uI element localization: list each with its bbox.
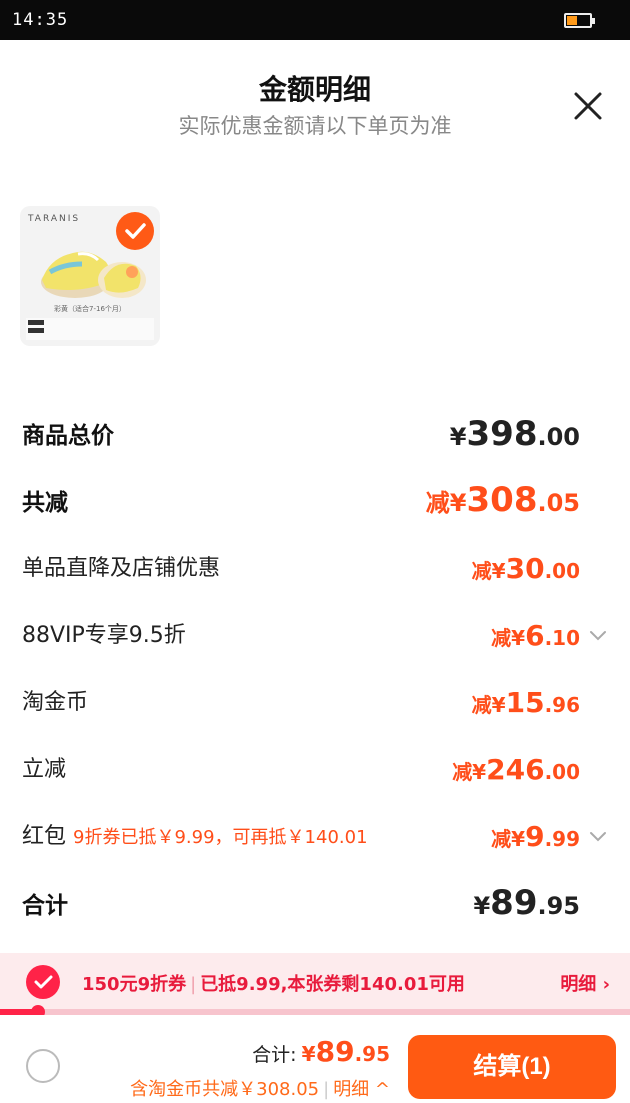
saving-text: 含淘金币共减￥308.05 [130,1079,320,1100]
coupon-bar: 150元9折券 | 已抵9.99,本张券剩140.01可用 明细 › [0,953,630,1013]
redpacket-label: 红包 9折券已抵￥9.99，可再抵￥140.01 [22,818,368,850]
coupon-status: 已抵9.99,本张券剩140.01可用 [200,974,465,995]
bottom-saving: 含淘金币共减￥308.05 | 明细 ^ [130,1079,390,1100]
status-bar: 14:35 [0,0,630,40]
chevron-down-icon[interactable] [588,826,608,846]
selected-check-icon[interactable] [116,212,154,250]
saving-detail-toggle[interactable]: 明细 ^ [333,1079,390,1100]
instant-discount-value: 减¥246.00 [452,753,580,786]
battery-icon [564,13,595,28]
amount-detail-sheet: 金额明细 实际优惠金额请以下单页为准 TARANIS 彩黄（适合7-16个月） [0,40,630,1103]
total-discount-label: 共减 [22,490,68,516]
sheet-title: 金额明细 [258,73,371,106]
bottom-total-label: 合计: [252,1044,297,1066]
coupon-detail-link[interactable]: 明细 › [560,970,610,996]
checkout-button[interactable]: 结算(1) [408,1035,616,1099]
close-icon [574,92,602,120]
sheet-subtitle: 实际优惠金额请以下单页为准 [178,114,452,138]
redpacket-title: 红包 [22,824,67,849]
total-discount-value: 减¥308.05 [425,480,580,520]
vip-discount-label: 88VIP专享9.5折 [22,623,186,648]
product-thumbnail[interactable]: TARANIS 彩黄（适合7-16个月） [20,206,160,346]
bottom-bar: 合计: ¥89.95 含淘金币共减￥308.05 | 明细 ^ 结算(1) [0,1015,630,1103]
chevron-down-icon[interactable] [588,625,608,645]
status-time: 14:35 [12,10,69,30]
select-all-radio[interactable] [26,1049,60,1083]
instant-discount-label: 立减 [22,757,67,782]
product-caption: 彩黄（适合7-16个月） [54,305,126,313]
redpacket-note: 9折券已抵￥9.99，可再抵￥140.01 [73,827,368,848]
store-discount-label: 单品直降及店铺优惠 [22,556,221,581]
vip-discount-value[interactable]: 减¥6.10 [491,619,580,652]
coins-label: 淘金币 [22,690,89,715]
coupon-check-icon[interactable] [26,965,60,999]
close-button[interactable] [566,84,610,128]
subtotal-value: ¥89.95 [473,883,580,923]
total-price-label: 商品总价 [22,423,114,449]
coins-value: 减¥15.96 [471,686,580,719]
redpacket-value[interactable]: 减¥9.99 [491,820,580,853]
bottom-total-amount: ¥89.95 [301,1035,390,1068]
subtotal-label: 合计 [22,893,68,919]
store-discount-value: 减¥30.00 [471,552,580,585]
total-price-value: ¥398.00 [449,414,580,454]
coupon-name: 150元9折券 [82,974,187,995]
coupon-text: 150元9折券 | 已抵9.99,本张券剩140.01可用 [82,974,465,995]
bottom-total: 合计: ¥89.95 [252,1035,390,1068]
